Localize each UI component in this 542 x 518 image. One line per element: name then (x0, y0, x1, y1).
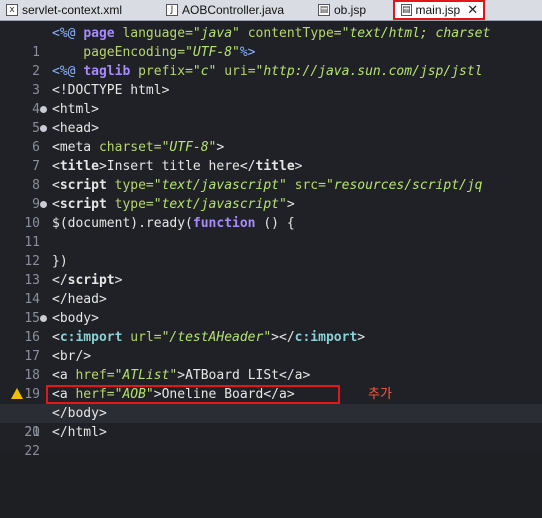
code-line: 22 </html> (0, 423, 542, 459)
code-line: 10 <script type="text/javascript"> (0, 195, 542, 231)
code-line: 19 <a href="ATList">ATBoard LISt</a> (0, 366, 542, 402)
jsp-file-icon: ▤ (318, 4, 330, 16)
tab-label: AOBController.java (182, 3, 285, 17)
code-line: 2 pageEncoding="UTF-8"%> (0, 43, 542, 79)
code-line: 15 </head> (0, 290, 542, 326)
tab-label: ob.jsp (334, 3, 367, 17)
code-line: 17 <c:import url="/testAHeader"></c:impo… (0, 328, 542, 364)
code-line: 4 <!DOCTYPE html> (0, 81, 542, 117)
tab-aobcontroller[interactable]: J AOBController.java (160, 1, 300, 19)
tab-highlight-box (393, 0, 485, 20)
fold-icon[interactable] (40, 106, 47, 113)
tab-servlet-context[interactable]: x servlet-context.xml (0, 1, 148, 19)
fold-icon[interactable] (40, 201, 47, 208)
code-line: 9 <script type="text/javascript" src="re… (0, 176, 542, 212)
code-editor[interactable]: 1 <%@ page language="java" contentType="… (0, 21, 542, 459)
editor-tab-bar: x servlet-context.xml J AOBController.ja… (0, 0, 542, 21)
code-line: 6 <head> (0, 119, 542, 155)
xml-file-icon: x (6, 4, 18, 16)
highlight-box (46, 385, 340, 404)
code-line: 20 <a herf="AOB">Oneline Board</a> 추가 (0, 385, 542, 440)
annotation-text: 추가 (368, 387, 392, 402)
code-line: 1 <%@ page language="java" contentType="… (0, 24, 542, 60)
code-line: 14 </script> (0, 271, 542, 307)
warning-icon[interactable] (11, 388, 23, 399)
fold-icon[interactable] (40, 125, 47, 132)
tab-label: servlet-context.xml (22, 3, 123, 17)
java-file-icon: J (166, 4, 178, 16)
tab-ob-jsp[interactable]: ▤ ob.jsp (312, 1, 384, 19)
code-line: 16 <body> (0, 309, 542, 345)
line-number: 22 (24, 444, 40, 459)
code-line: 7 <meta charset="UTF-8"> (0, 138, 542, 174)
code-line: 18 <br/> (0, 347, 542, 383)
fold-icon[interactable] (40, 315, 47, 322)
code-line: 11 $(document).ready(function () { (0, 214, 542, 250)
code-line: 5 <html> (0, 100, 542, 136)
code-line: 12 (0, 233, 542, 269)
code-line: 8 <title>Insert title here</title> (0, 157, 542, 193)
current-code-line: 21 </body> (0, 404, 542, 440)
code-line: 13 }) (0, 252, 542, 288)
code-line: 3 <%@ taglib prefix="c" uri="http://java… (0, 62, 542, 98)
